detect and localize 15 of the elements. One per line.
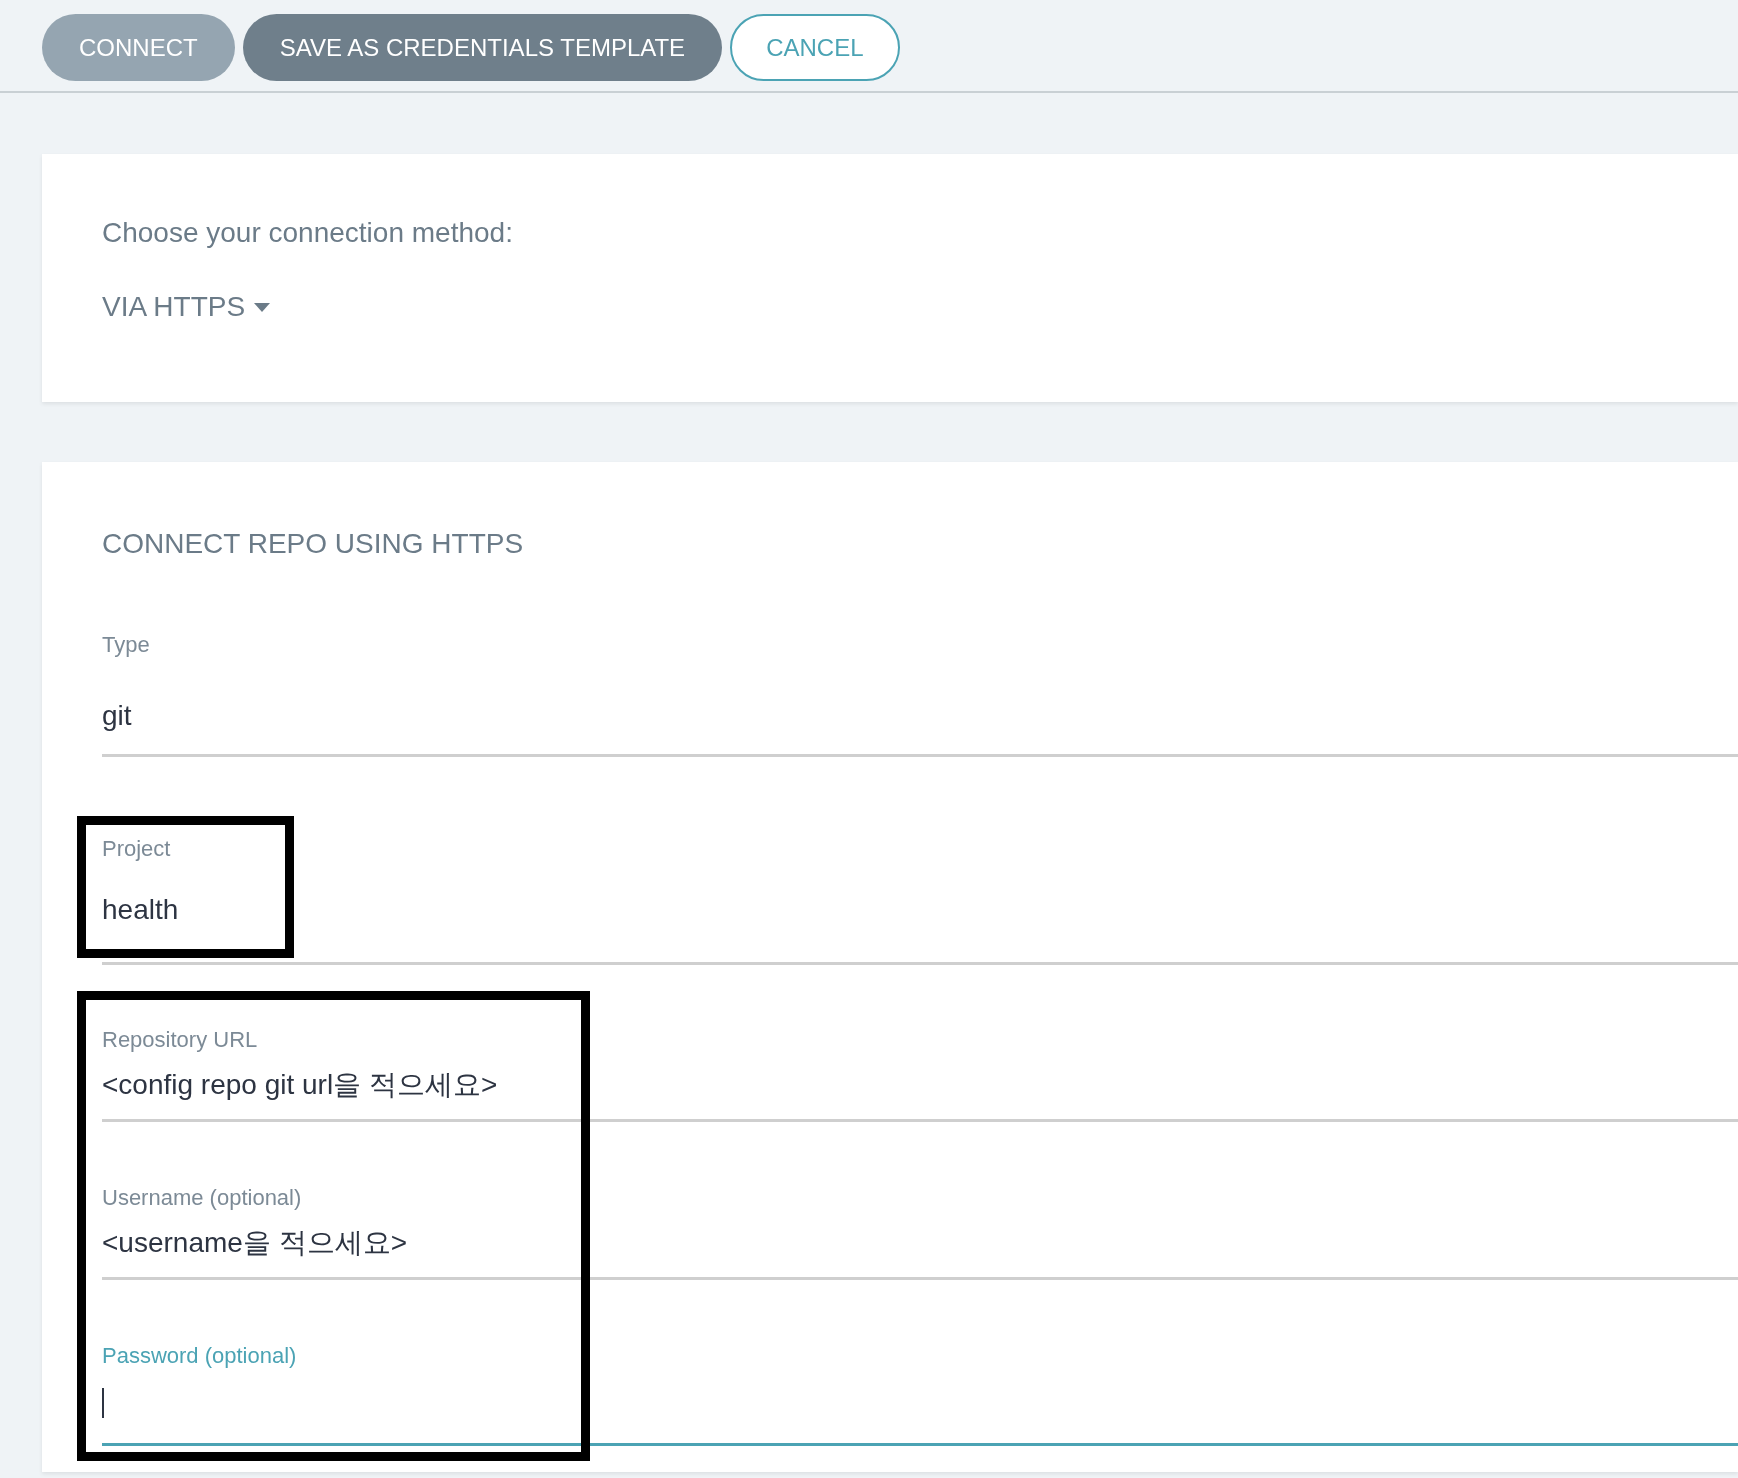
text-field[interactable]: health (102, 888, 1738, 965)
field-label: Repository URL (102, 1026, 258, 1054)
text-field[interactable]: <config repo git url을 적으세요> (102, 1063, 1738, 1122)
field-label: Username (optional) (102, 1184, 302, 1212)
method-dropdown[interactable]: VIA HTTPS (102, 290, 272, 324)
action-button[interactable]: SAVE AS CREDENTIALS TEMPLATE (242, 14, 723, 81)
field-label: Password (optional) (102, 1342, 297, 1370)
field-label: Type (102, 631, 150, 659)
text-field[interactable]: <username을 적으세요> (102, 1221, 1738, 1280)
text-cursor (102, 1387, 104, 1418)
connection-prompt: Choose your connection method: (102, 216, 514, 250)
text-field[interactable]: git (102, 694, 1738, 757)
caret-icon (253, 301, 272, 313)
field-label: Project (102, 835, 171, 863)
section-title: CONNECT REPO USING HTTPS (102, 528, 525, 560)
